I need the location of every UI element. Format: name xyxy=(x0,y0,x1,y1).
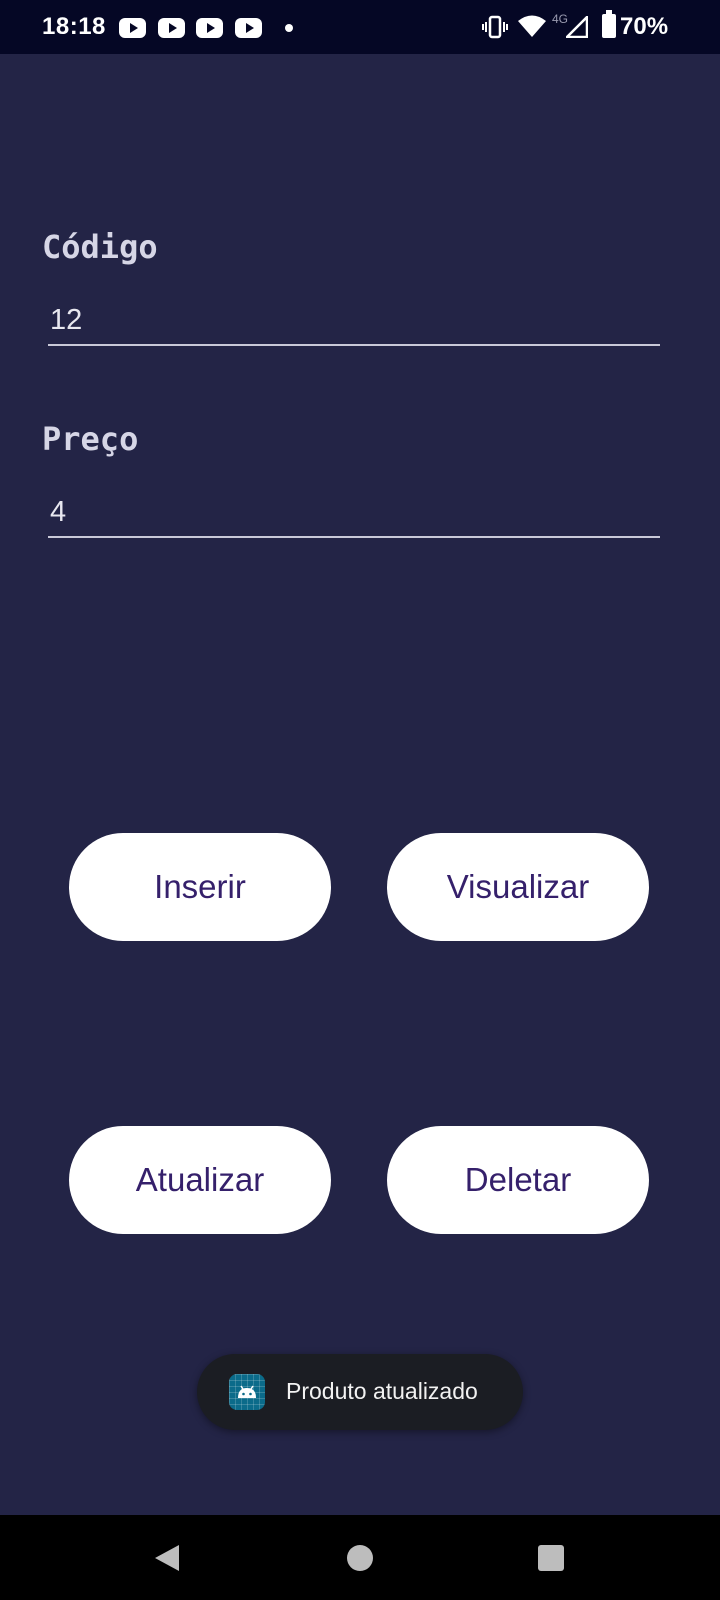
recents-icon[interactable] xyxy=(538,1545,564,1571)
home-icon[interactable] xyxy=(347,1545,373,1571)
battery-percentage: 70% xyxy=(620,13,669,40)
status-bar: 18:18 4G 70% xyxy=(0,0,720,54)
youtube-icon xyxy=(235,18,262,38)
youtube-icon xyxy=(158,18,185,38)
navigation-bar xyxy=(0,1515,720,1600)
visualizar-button[interactable]: Visualizar xyxy=(387,833,649,941)
preco-input[interactable] xyxy=(48,488,660,538)
notification-dot-icon xyxy=(285,24,293,32)
atualizar-button[interactable]: Atualizar xyxy=(69,1126,331,1234)
app-screen: 18:18 4G 70% Código Preço Inserir Visual… xyxy=(0,0,720,1600)
signal-icon xyxy=(566,16,588,38)
inserir-button[interactable]: Inserir xyxy=(69,833,331,941)
codigo-input[interactable] xyxy=(48,296,660,346)
vibrate-icon xyxy=(482,15,508,39)
youtube-icon xyxy=(119,18,146,38)
codigo-label: Código xyxy=(42,228,158,266)
wifi-icon xyxy=(518,15,546,37)
toast-message: Produto atualizado xyxy=(197,1354,523,1430)
preco-label: Preço xyxy=(42,420,139,458)
deletar-button[interactable]: Deletar xyxy=(387,1126,649,1234)
battery-icon xyxy=(602,10,616,38)
status-time: 18:18 xyxy=(42,13,106,40)
toast-text: Produto atualizado xyxy=(286,1378,478,1404)
android-app-icon xyxy=(229,1374,265,1410)
youtube-icon xyxy=(196,18,223,38)
back-icon[interactable] xyxy=(153,1543,181,1573)
